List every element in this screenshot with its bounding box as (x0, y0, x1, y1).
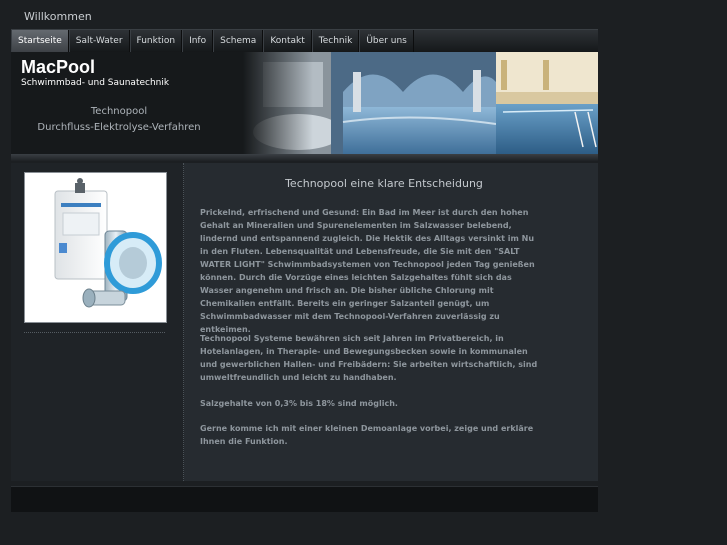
paragraph-demo: Gerne komme ich mit einer kleinen Demoan… (200, 424, 534, 446)
welcome-text: Willkommen (24, 10, 92, 23)
left-column (11, 163, 184, 481)
nav-item-technik[interactable]: Technik (311, 30, 360, 52)
nav-item-schema[interactable]: Schema (213, 30, 264, 52)
nav-item-ueber-uns[interactable]: Über uns (359, 30, 414, 52)
header-subtitle-2: Durchfluss-Elektrolyse-Verfahren (37, 122, 201, 133)
nav-item-funktion[interactable]: Funktion (129, 30, 183, 52)
electrolysis-unit-illustration (25, 173, 166, 322)
main-heading: Technopool eine klare Entscheidung (285, 177, 483, 190)
site-header: MacPool Schwimmbad- und Saunatechnik Tec… (11, 52, 598, 154)
header-pool-image (243, 52, 598, 154)
paragraph-systems: Technopool Systeme bewähren sich seit Ja… (200, 334, 538, 382)
footer (11, 486, 598, 512)
main-nav: Startseite Salt-Water Funktion Info Sche… (11, 29, 598, 52)
tagline: Schwimmbad- und Saunatechnik (21, 78, 170, 88)
nav-item-info[interactable]: Info (182, 30, 214, 52)
header-subtitle-1: Technopool (90, 106, 148, 117)
nav-item-startseite[interactable]: Startseite (11, 30, 69, 52)
product-image (24, 172, 167, 323)
nav-item-salt-water[interactable]: Salt-Water (68, 30, 130, 52)
content-panel: Technopool eine klare Entscheidung Prick… (11, 163, 598, 481)
brand-logo-text[interactable]: MacPool (21, 57, 95, 78)
left-separator (24, 332, 165, 333)
top-bar: Willkommen (0, 0, 727, 28)
header-divider (11, 154, 598, 162)
paragraph-intro: Prickelnd, erfrischend und Gesund: Ein B… (200, 208, 535, 334)
paragraph-salt-content: Salzgehalte von 0,3% bis 18% sind möglic… (200, 399, 398, 408)
nav-item-kontakt[interactable]: Kontakt (263, 30, 312, 52)
